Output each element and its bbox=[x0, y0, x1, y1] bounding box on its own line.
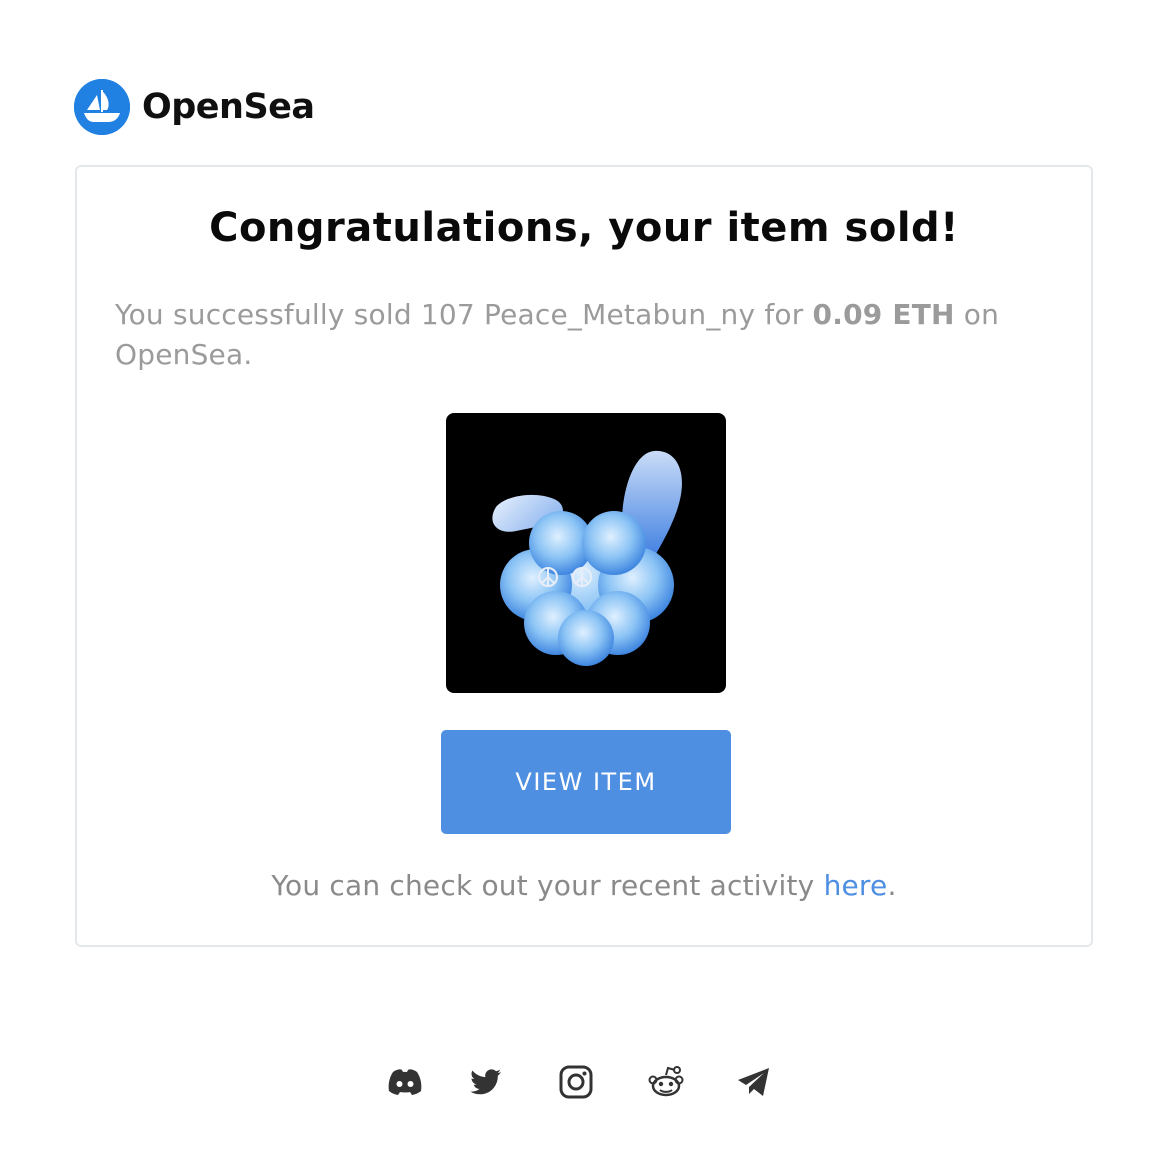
email-header: OpenSea bbox=[74, 78, 315, 136]
nft-item-image[interactable] bbox=[446, 413, 726, 693]
activity-text: You can check out your recent activity bbox=[271, 869, 824, 902]
activity-note: You can check out your recent activity h… bbox=[77, 869, 1091, 902]
headline: Congratulations, your item sold! bbox=[209, 205, 959, 251]
sale-notification-card: Congratulations, your item sold! You suc… bbox=[75, 165, 1093, 947]
opensea-logo-icon[interactable] bbox=[74, 79, 130, 135]
discord-icon[interactable] bbox=[385, 1062, 425, 1102]
activity-period: . bbox=[887, 869, 897, 902]
summary-text: You successfully sold 107 Peace_Metabun_… bbox=[115, 298, 813, 331]
twitter-icon[interactable] bbox=[466, 1062, 506, 1102]
view-item-button[interactable]: VIEW ITEM bbox=[441, 730, 731, 834]
sale-summary: You successfully sold 107 Peace_Metabun_… bbox=[115, 295, 1015, 375]
social-links bbox=[0, 1062, 1170, 1106]
instagram-icon[interactable] bbox=[556, 1062, 596, 1102]
activity-here-link[interactable]: here bbox=[824, 869, 888, 902]
brand-name[interactable]: OpenSea bbox=[142, 87, 315, 127]
reddit-icon[interactable] bbox=[646, 1062, 686, 1102]
telegram-icon[interactable] bbox=[734, 1062, 774, 1102]
sale-price: 0.09 ETH bbox=[812, 298, 955, 331]
